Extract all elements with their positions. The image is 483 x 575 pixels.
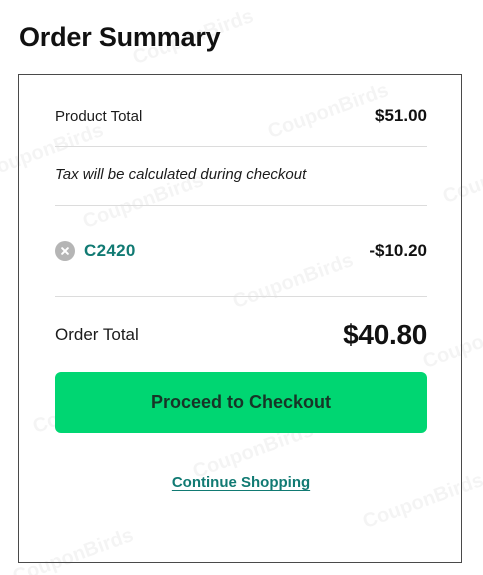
order-summary-panel: Product Total $51.00 Tax will be calcula… [18,74,462,563]
product-total-label: Product Total [55,107,143,125]
coupon-info: C2420 [55,241,136,261]
coupon-row: C2420 -$10.20 [55,238,427,264]
proceed-to-checkout-button[interactable]: Proceed to Checkout [55,372,427,433]
close-circle-icon[interactable] [55,241,75,261]
divider [55,205,427,206]
coupon-discount: -$10.20 [369,241,427,260]
tax-note: Tax will be calculated during checkout [55,166,307,183]
divider [55,296,427,297]
page-title: Order Summary [19,22,221,52]
order-total-value: $40.80 [343,319,427,350]
continue-shopping-link[interactable]: Continue Shopping [19,474,463,491]
product-total-row: Product Total $51.00 [55,103,427,129]
coupon-code: C2420 [84,241,136,260]
order-summary-page: CouponBirds CouponBirds CouponBirds Coup… [0,0,483,575]
product-total-value: $51.00 [375,106,427,125]
divider [55,146,427,147]
order-total-label: Order Total [55,325,139,344]
order-total-row: Order Total $40.80 [55,317,427,353]
